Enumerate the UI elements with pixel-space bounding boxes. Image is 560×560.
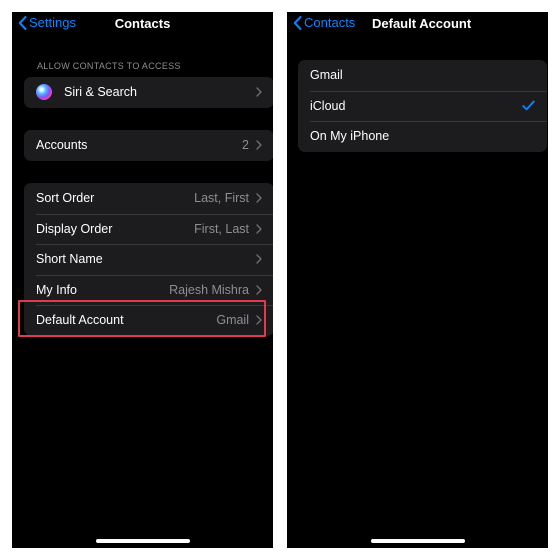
chevron-right-icon: [256, 87, 262, 97]
page-title: Contacts: [114, 16, 171, 31]
chevron-right-icon: [256, 140, 262, 150]
default-account-row[interactable]: Default Account Gmail: [24, 305, 273, 336]
default-account-label: Default Account: [36, 313, 124, 328]
home-indicator[interactable]: [370, 539, 465, 543]
default-account-screen: Contacts Default Account Gmail iCloud On…: [287, 12, 548, 548]
siri-icon: [36, 84, 52, 101]
siri-search-label: Siri & Search: [64, 85, 137, 100]
accounts-row[interactable]: Accounts 2: [24, 130, 273, 161]
section-header: ALLOW CONTACTS TO ACCESS: [37, 61, 181, 71]
my-info-value: Rajesh Mishra: [169, 282, 249, 297]
my-info-label: My Info: [36, 282, 77, 297]
my-info-row[interactable]: My Info Rajesh Mishra: [24, 274, 273, 306]
option-label: iCloud: [310, 98, 346, 113]
home-indicator[interactable]: [95, 539, 190, 543]
option-label: On My iPhone: [310, 129, 390, 144]
short-name-row[interactable]: Short Name: [24, 244, 273, 275]
option-on-my-iphone[interactable]: On My iPhone: [298, 121, 547, 152]
accounts-label: Accounts: [36, 138, 88, 153]
back-button-label: Contacts: [304, 15, 356, 30]
chevron-right-icon: [256, 315, 262, 325]
checkmark-icon: [522, 100, 535, 111]
chevron-right-icon: [256, 193, 262, 203]
back-button[interactable]: Contacts: [293, 15, 355, 30]
siri-search-row[interactable]: Siri & Search: [24, 77, 273, 108]
chevron-left-icon: [293, 15, 302, 30]
contacts-settings-screen: Settings Contacts ALLOW CONTACTS TO ACCE…: [12, 12, 273, 548]
option-label: Gmail: [310, 68, 343, 83]
option-gmail[interactable]: Gmail: [298, 60, 547, 91]
default-account-value: Gmail: [216, 313, 249, 328]
chevron-right-icon: [256, 285, 262, 295]
short-name-label: Short Name: [36, 252, 103, 267]
accounts-group: Accounts 2: [24, 130, 273, 161]
navigation-bar: Settings Contacts: [12, 12, 273, 34]
chevron-right-icon: [256, 224, 262, 234]
siri-group: Siri & Search: [24, 77, 273, 108]
page-title: Default Account: [372, 16, 472, 31]
account-options-group: Gmail iCloud On My iPhone: [298, 60, 547, 152]
display-order-value: First, Last: [194, 221, 249, 236]
display-order-label: Display Order: [36, 221, 113, 236]
accounts-count: 2: [242, 138, 249, 153]
option-icloud[interactable]: iCloud: [298, 90, 547, 122]
chevron-right-icon: [256, 254, 262, 264]
sort-order-row[interactable]: Sort Order Last, First: [24, 183, 273, 214]
contacts-options-group: Sort Order Last, First Display Order Fir…: [24, 183, 273, 336]
sort-order-value: Last, First: [194, 191, 249, 206]
display-order-row[interactable]: Display Order First, Last: [24, 213, 273, 245]
sort-order-label: Sort Order: [36, 191, 95, 206]
navigation-bar: Contacts Default Account: [287, 12, 548, 34]
